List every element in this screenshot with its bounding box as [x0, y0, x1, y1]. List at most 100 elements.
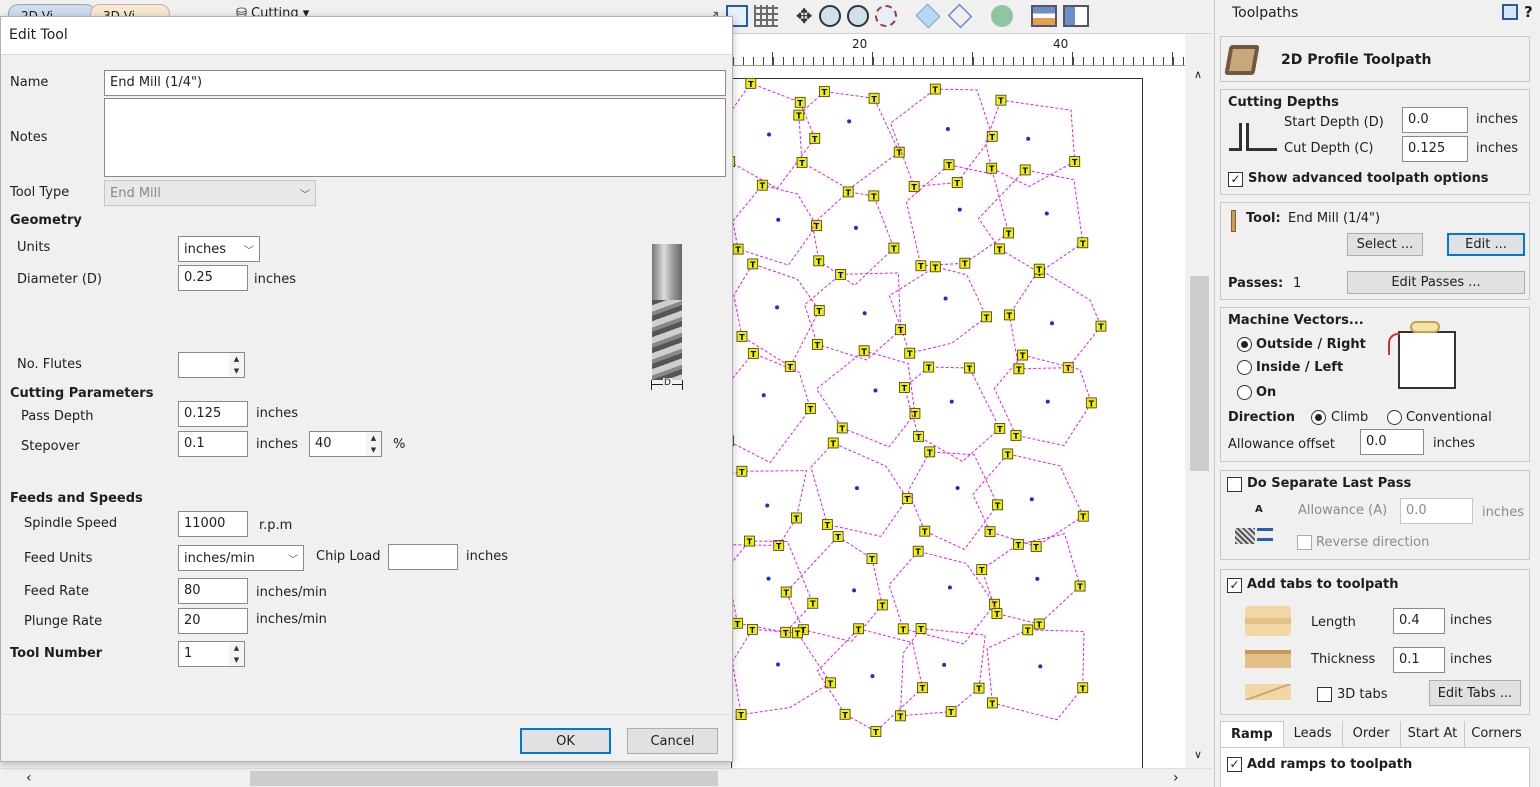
svg-text:T: T [1066, 364, 1072, 373]
tab-start-at[interactable]: Start At [1401, 721, 1466, 747]
help-icon[interactable]: ? [1524, 3, 1533, 21]
add-ramps-label[interactable]: Add ramps to toolpath [1247, 757, 1412, 772]
svg-text:T: T [808, 405, 814, 414]
climb-label[interactable]: Climb [1331, 410, 1368, 425]
spin-down-icon[interactable]: ▼ [229, 654, 244, 666]
allowance-a-field[interactable]: 0.0 [1400, 498, 1473, 524]
tab-marker: T [929, 261, 941, 272]
flutes-field[interactable] [178, 352, 230, 378]
length-field[interactable]: 0.4 [1393, 608, 1445, 634]
add-ramps-checkbox[interactable]: ✓ [1227, 757, 1242, 772]
separate-last-pass-checkbox[interactable] [1227, 477, 1242, 492]
vector-select-icon[interactable] [915, 3, 940, 29]
drawing-canvas[interactable]: T T T T T T T T T T T T T T T T T T T T T T T T T T T T T T T T T T T T T T T T… [731, 66, 1185, 778]
cut-depth-field[interactable]: 0.125 [1402, 136, 1468, 162]
tab-leads[interactable]: Leads [1284, 721, 1343, 747]
scroll-up-icon[interactable]: ∧ [1194, 68, 1202, 81]
outside-right-label[interactable]: Outside / Right [1256, 337, 1366, 352]
horizontal-scrollbar[interactable]: ‹ › [0, 768, 1212, 787]
tab-marker: T [746, 623, 758, 635]
spin-down-icon[interactable]: ▼ [366, 444, 381, 456]
h-scroll-thumb[interactable] [250, 771, 718, 786]
svg-text:T: T [845, 188, 851, 197]
svg-text:T: T [916, 433, 922, 442]
spin-up-icon[interactable]: ▲ [229, 642, 244, 654]
inside-left-label[interactable]: Inside / Left [1256, 360, 1343, 375]
feed-rate-field[interactable]: 80 [178, 578, 248, 604]
svg-text:T: T [1080, 239, 1086, 248]
vertical-scrollbar[interactable]: ∧ ∨ [1187, 66, 1212, 768]
select-tool-button[interactable]: Select ... [1347, 233, 1423, 256]
stepover-percent-spinner[interactable]: ▲ ▼ [366, 431, 382, 457]
outside-right-radio[interactable] [1237, 337, 1252, 352]
scroll-right-icon[interactable]: › [1173, 770, 1179, 786]
pan-icon[interactable]: ✥ [796, 4, 813, 28]
spin-up-icon[interactable]: ▲ [229, 353, 244, 365]
layout-v-icon[interactable] [1062, 5, 1089, 27]
climb-radio[interactable] [1311, 410, 1326, 425]
plunge-rate-field[interactable]: 20 [178, 608, 248, 634]
inside-left-radio[interactable] [1237, 360, 1252, 375]
stepover-field[interactable]: 0.1 [178, 431, 248, 457]
scroll-down-icon[interactable]: ∨ [1194, 748, 1202, 761]
spin-down-icon[interactable]: ▼ [229, 365, 244, 377]
tab-marker: T [747, 258, 759, 269]
separate-last-pass-label[interactable]: Do Separate Last Pass [1247, 476, 1411, 491]
zoom-fit-icon[interactable] [874, 5, 897, 27]
tool-type-select[interactable]: End Mill ﹀ [104, 180, 316, 206]
tool-number-spinner[interactable]: ▲ ▼ [229, 641, 245, 667]
name-field[interactable]: End Mill (1/4") [104, 70, 726, 96]
pass-depth-field[interactable]: 0.125 [178, 401, 248, 427]
zoom-out-icon[interactable] [846, 5, 869, 27]
on-radio[interactable] [1237, 385, 1252, 400]
spindle-speed-field[interactable]: 11000 [178, 511, 248, 537]
allowance-offset-field[interactable]: 0.0 [1360, 429, 1424, 455]
thickness-field[interactable]: 0.1 [1393, 647, 1445, 673]
3d-tabs-label[interactable]: 3D tabs [1337, 687, 1388, 702]
edit-tabs-button[interactable]: Edit Tabs ... [1429, 680, 1521, 706]
chip-load-field[interactable] [388, 544, 458, 570]
node-edit-icon[interactable] [947, 3, 972, 29]
svg-text:T: T [989, 133, 995, 142]
diameter-field[interactable]: 0.25 [178, 265, 248, 291]
tree-icon[interactable] [990, 5, 1013, 27]
flutes-spinner[interactable]: ▲ ▼ [229, 352, 245, 378]
tab-ramp[interactable]: Ramp [1220, 721, 1284, 747]
add-tabs-label[interactable]: Add tabs to toolpath [1247, 577, 1399, 592]
show-advanced-label[interactable]: Show advanced toolpath options [1248, 171, 1488, 186]
edit-tool-button[interactable]: Edit ... [1447, 233, 1525, 256]
pin-icon[interactable] [1502, 4, 1518, 20]
spin-up-icon[interactable]: ▲ [366, 432, 381, 444]
conventional-radio[interactable] [1387, 410, 1402, 425]
add-tabs-checkbox[interactable]: ✓ [1227, 578, 1242, 593]
tab-marker: T [893, 146, 905, 158]
ok-button[interactable]: OK [520, 728, 611, 754]
notes-field[interactable] [104, 98, 726, 177]
3d-tabs-checkbox[interactable] [1317, 687, 1332, 702]
tool-number-field[interactable]: 1 [178, 641, 230, 667]
edit-passes-button[interactable]: Edit Passes ... [1347, 271, 1525, 294]
on-label[interactable]: On [1256, 385, 1276, 400]
start-depth-field[interactable]: 0.0 [1402, 107, 1468, 133]
stepover-percent-field[interactable]: 40 [309, 431, 367, 457]
svg-text:T: T [810, 600, 816, 609]
separate-last-pass-box: Do Separate Last Pass A Allowance (A) 0.… [1220, 470, 1530, 560]
reverse-direction-checkbox[interactable] [1297, 535, 1312, 550]
tab-marker: T [995, 94, 1007, 106]
tab-order[interactable]: Order [1343, 721, 1401, 747]
tab-marker: T [835, 269, 847, 280]
start-point-marker [957, 207, 962, 212]
show-advanced-checkbox[interactable]: ✓ [1228, 172, 1243, 187]
reverse-direction-label[interactable]: Reverse direction [1316, 535, 1429, 550]
zoom-box-icon[interactable] [818, 5, 841, 27]
scroll-thumb[interactable] [1190, 276, 1209, 471]
start-point-marker [943, 296, 948, 301]
conventional-label[interactable]: Conventional [1406, 410, 1492, 425]
feed-units-select[interactable]: inches/min ﹀ [178, 545, 304, 571]
grid-icon[interactable] [753, 5, 778, 27]
scroll-left-icon[interactable]: ‹ [26, 770, 32, 786]
tab-corners[interactable]: Corners [1465, 721, 1528, 747]
layout-h-icon[interactable] [1030, 5, 1057, 27]
units-select[interactable]: inches ﹀ [178, 236, 260, 262]
cancel-button[interactable]: Cancel [627, 728, 718, 754]
